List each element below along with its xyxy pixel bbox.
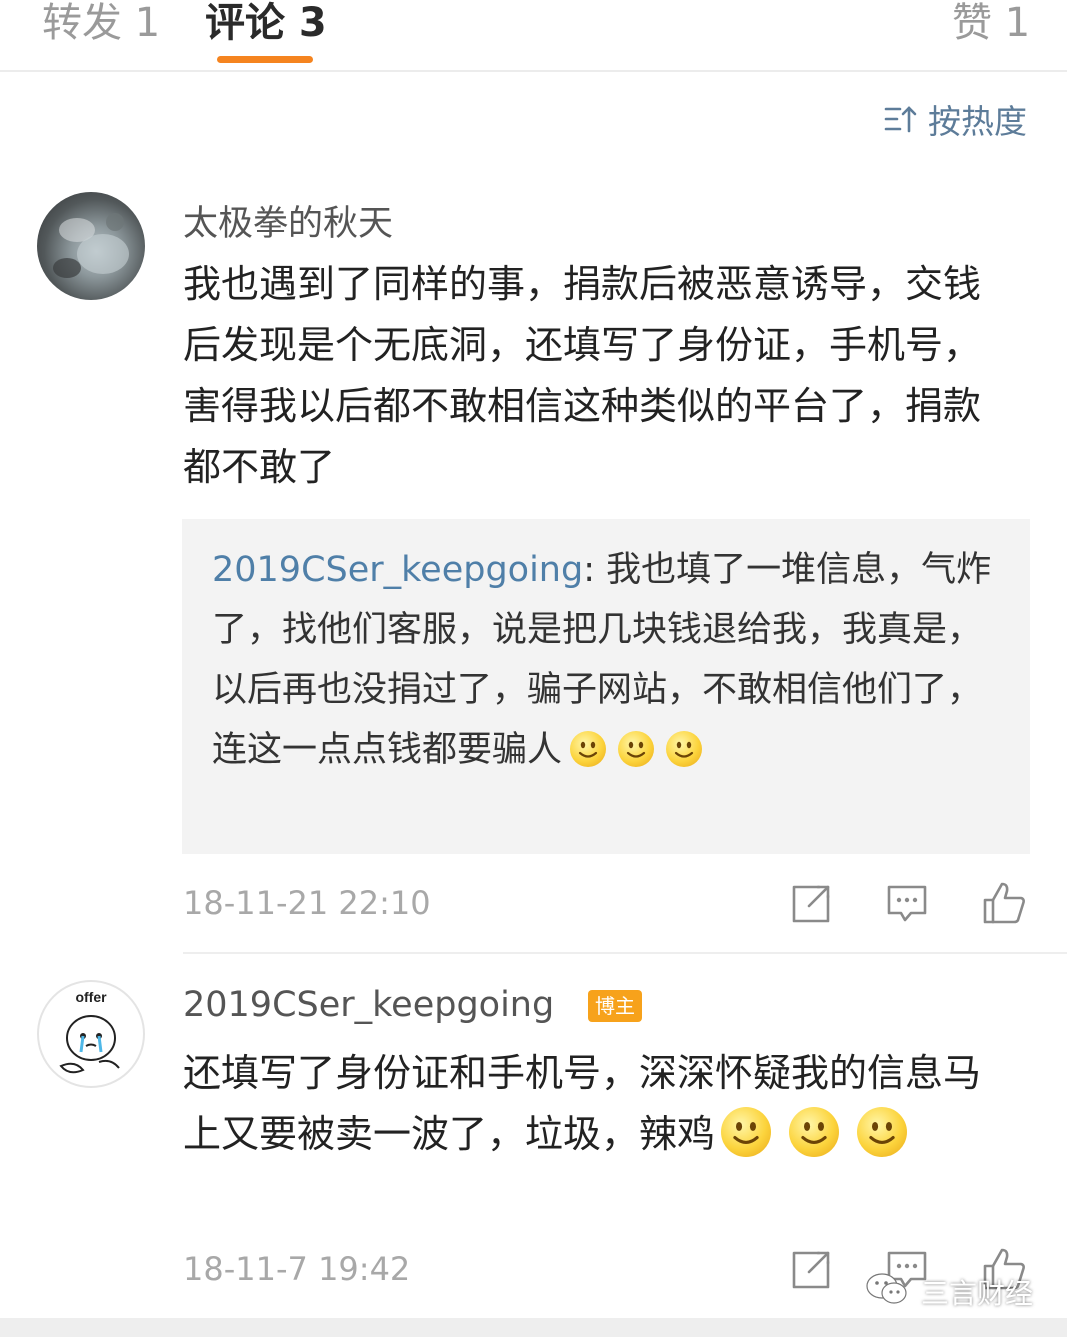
reply-separator: : (583, 550, 607, 590)
sort-button[interactable]: 按热度 (884, 98, 1027, 141)
sort-label: 按热度 (928, 102, 1027, 141)
wechat-icon (865, 1271, 909, 1314)
smile-emoji (666, 731, 703, 767)
sort-icon (884, 104, 918, 134)
comment-username[interactable]: 太极拳的秋天 (183, 195, 393, 246)
avatar-text: offer (75, 989, 107, 1005)
tab-likes[interactable]: 赞 1 (952, 0, 1030, 48)
comment-username[interactable]: 2019CSer_keepgoing (183, 985, 554, 1025)
smile-emoji (789, 1107, 840, 1157)
smile-emoji (618, 731, 655, 767)
comment-time: 18-11-21 22:10 (183, 884, 431, 922)
comment-text: 还填写了身份证和手机号，深深怀疑我的信息马上又要被卖一波了，垃圾，辣鸡 (183, 1043, 1013, 1165)
tab-bar: 转发 1 评论 3 赞 1 (0, 0, 1067, 72)
tab-comments[interactable]: 评论 3 (205, 0, 327, 48)
comment-divider (183, 952, 1067, 954)
repost-icon[interactable] (789, 882, 833, 926)
smile-emoji (857, 1107, 908, 1157)
avatar[interactable]: offer (37, 980, 145, 1088)
repost-icon[interactable] (789, 1248, 833, 1292)
comment-text: 我也遇到了同样的事，捐款后被恶意诱导，交钱后发现是个无底洞，还填写了身份证，手机… (183, 262, 982, 489)
author-badge: 博主 (588, 990, 642, 1022)
watermark: 三言财经 (865, 1272, 1033, 1312)
smile-emoji (721, 1107, 772, 1157)
tab-repost[interactable]: 转发 1 (42, 0, 160, 48)
like-icon[interactable] (981, 880, 1025, 924)
reply-quote[interactable]: 2019CSer_keepgoing: 我也填了一堆信息，气炸了，找他们客服，说… (182, 519, 1030, 854)
comment-time: 18-11-7 19:42 (183, 1250, 411, 1288)
smile-emoji (570, 731, 607, 767)
watermark-label: 三言财经 (920, 1277, 1033, 1310)
active-tab-indicator (217, 56, 313, 63)
reply-icon[interactable] (885, 882, 929, 926)
reply-username[interactable]: 2019CSer_keepgoing (212, 550, 583, 590)
avatar[interactable] (37, 192, 145, 300)
bottom-bar (0, 1318, 1067, 1337)
